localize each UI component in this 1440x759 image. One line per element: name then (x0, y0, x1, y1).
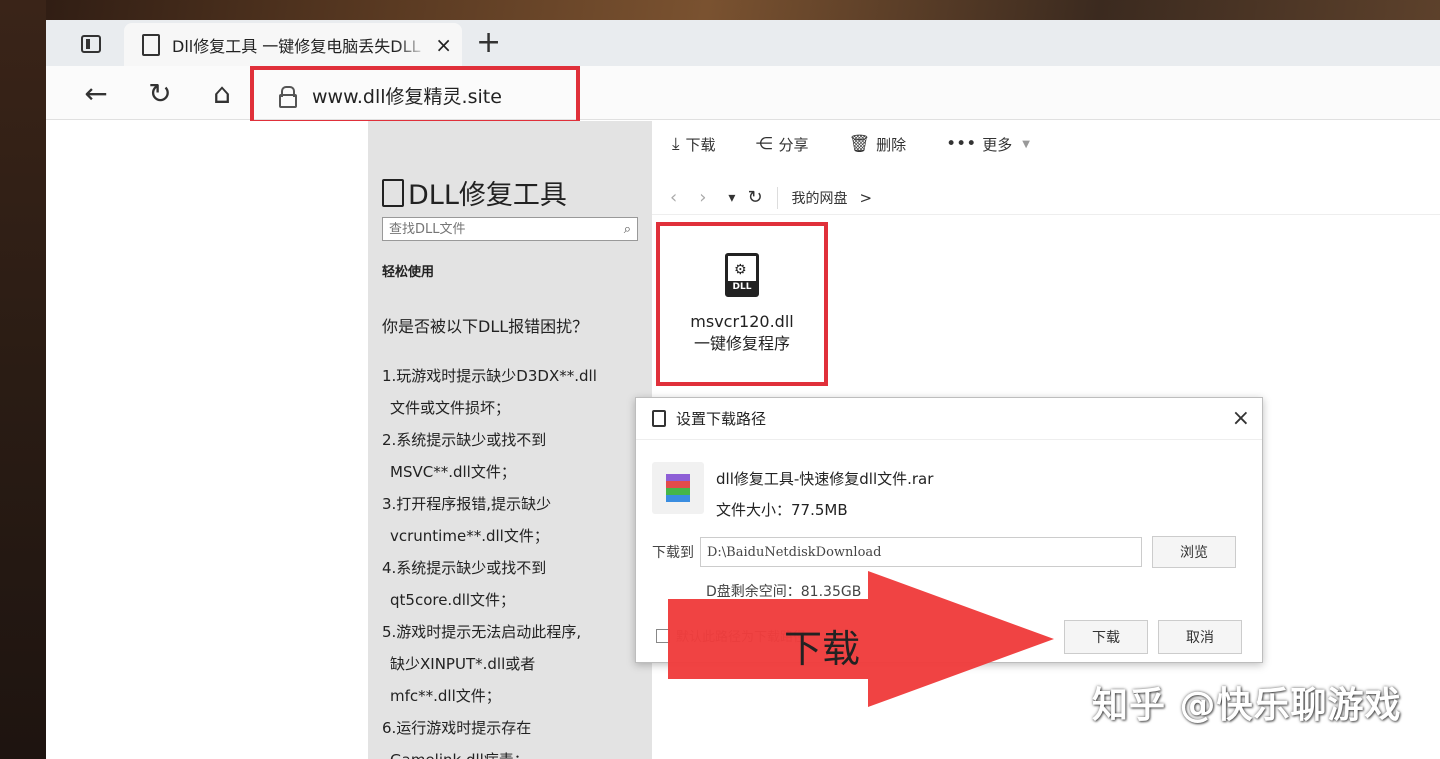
site-sidebar: DLL修复工具 ⌕ 轻松使用 你是否被以下DLL报错困扰？ 1.玩游戏时提示缺少… (368, 121, 652, 759)
issue-line: 6.运行游戏时提示存在 (382, 719, 532, 737)
dialog-file-info: dll修复工具-快速修复dll文件.rar 文件大小：77.5MB (652, 462, 933, 520)
issue-line: MSVC**.dll文件； (390, 463, 516, 481)
save-path-input[interactable] (700, 537, 1142, 567)
download-path-dialog: 设置下载路径 × dll修复工具-快速修复dll文件.rar 文件大小：77.5… (635, 397, 1263, 663)
dialog-file-name: dll修复工具-快速修复dll文件.rar (716, 470, 934, 488)
share-icon: ⋲ (755, 134, 773, 154)
new-tab-button[interactable]: + (476, 26, 501, 60)
dll-favicon-icon (142, 33, 160, 56)
netdisk-toolbar: ⤓ 下载 ⋲ 分享 🗑 删除 ••• 更多 ▼ (652, 121, 1440, 167)
home-button[interactable]: ⌂ (204, 76, 240, 110)
chevron-down-icon: ▼ (1022, 138, 1030, 150)
dll-file-icon-tag: DLL (728, 281, 756, 294)
tab-actions-icon (81, 35, 101, 53)
dll-error-question: 你是否被以下DLL报错困扰？ (382, 317, 589, 336)
issue-line: vcruntime**.dll文件； (390, 527, 549, 545)
rar-archive-icon (652, 462, 704, 514)
issue-line: 3.打开程序报错,提示缺少 (382, 495, 552, 513)
issue-line: 4.系统提示缺少或找不到 (382, 559, 547, 577)
delete-action[interactable]: 🗑 删除 (849, 134, 907, 155)
dll-logo-icon (382, 178, 404, 207)
remember-path-option[interactable]: 默认此路径为下载路径 (656, 626, 806, 645)
download-action[interactable]: ⤓ 下载 (672, 134, 716, 155)
dialog-download-button[interactable]: 下载 (1064, 620, 1148, 654)
issue-line: 1.玩游戏时提示缺少D3DX**.dll (382, 367, 597, 385)
dialog-title: 设置下载路径 (676, 410, 767, 428)
issue-line: 文件或文件损坏； (390, 399, 511, 417)
browse-button[interactable]: 浏览 (1152, 536, 1236, 568)
issue-list: 1.玩游戏时提示缺少D3DX**.dll 文件或文件损坏； 2.系统提示缺少或找… (382, 365, 648, 759)
remember-path-label: 默认此路径为下载路径 (676, 630, 807, 645)
tab-close-icon[interactable]: × (435, 33, 452, 57)
breadcrumb-my-disk[interactable]: 我的网盘 (792, 188, 848, 208)
trash-icon: 🗑 (848, 134, 871, 154)
nav-back-icon[interactable]: ‹ (670, 187, 677, 208)
delete-label: 删除 (876, 135, 907, 154)
file-name-line2: 一键修复程序 (693, 334, 790, 353)
dialog-title-icon (652, 410, 666, 427)
refresh-button[interactable]: ↻ (142, 76, 178, 110)
issue-line: 5.游戏时提示无法启动此程序, (382, 623, 582, 641)
active-tab[interactable]: Dll修复工具 一键修复电脑丢失DLL × (124, 23, 462, 66)
lock-icon (278, 86, 297, 108)
dialog-cancel-button[interactable]: 取消 (1158, 620, 1242, 654)
download-label: 下载 (685, 135, 716, 154)
browser-toolbar: ← ↻ ⌂ www.dll修复精灵.site (46, 66, 1440, 124)
share-action[interactable]: ⋲ 分享 (756, 134, 809, 155)
nav-history-dropdown-icon[interactable]: ▾ (728, 190, 735, 206)
more-label: 更多 (982, 135, 1013, 154)
dialog-file-size: 文件大小：77.5MB (716, 501, 848, 519)
save-path-row: 下载到 浏览 (652, 536, 1236, 568)
easy-use-heading: 轻松使用 (382, 265, 435, 280)
download-icon: ⤓ (672, 134, 680, 154)
more-action[interactable]: ••• 更多 ▼ (946, 134, 1036, 155)
nav-refresh-icon[interactable]: ↻ (747, 187, 762, 208)
file-name-line1: msvcr120.dll (690, 312, 794, 331)
dialog-close-icon[interactable]: × (1232, 406, 1250, 431)
remember-path-checkbox[interactable] (656, 628, 670, 643)
browser-window: Dll修复工具 一键修复电脑丢失DLL × + ← ↻ ⌂ www.dll修复精… (46, 20, 1440, 759)
dialog-header: 设置下载路径 × (636, 398, 1262, 440)
dll-file-tile[interactable]: ⚙ DLL msvcr120.dll 一键修复程序 (656, 222, 828, 386)
back-button[interactable]: ← (78, 76, 114, 110)
gear-icon: ⚙ (734, 262, 747, 278)
tab-bar: Dll修复工具 一键修复电脑丢失DLL × + (46, 20, 1440, 66)
issue-line: 缺少XINPUT*.dll或者 (390, 655, 536, 673)
address-url: www.dll修复精灵.site (312, 85, 502, 108)
site-search-input[interactable] (389, 221, 609, 237)
tab-actions-button[interactable] (76, 31, 106, 57)
dll-file-icon: ⚙ DLL (725, 253, 759, 297)
save-to-label: 下载到 (652, 545, 694, 561)
tab-title: Dll修复工具 一键修复电脑丢失DLL (172, 36, 421, 56)
share-label: 分享 (778, 135, 809, 154)
site-logo[interactable]: DLL修复工具 (382, 173, 567, 212)
issue-line: 2.系统提示缺少或找不到 (382, 431, 547, 449)
issue-line: qt5core.dll文件； (390, 591, 516, 609)
free-space-text: D盘剩余空间：81.35GB (706, 584, 862, 600)
issue-line: Gamelink.dll病毒； (382, 749, 648, 759)
breadcrumb-separator: > (859, 188, 873, 207)
desktop-background-strip (0, 0, 46, 759)
page-blank-area (46, 121, 368, 759)
netdisk-nav-bar: ‹ › ▾ ↻ 我的网盘 > (652, 181, 1440, 215)
issue-line: mfc**.dll文件； (390, 687, 501, 705)
nav-forward-icon[interactable]: › (699, 187, 706, 208)
site-search-box: ⌕ (382, 217, 638, 241)
more-dots-icon: ••• (946, 134, 977, 154)
site-logo-text: DLL修复工具 (408, 180, 567, 211)
search-icon[interactable]: ⌕ (624, 222, 631, 237)
address-bar[interactable]: www.dll修复精灵.site (250, 66, 580, 124)
nav-separator (776, 186, 778, 209)
